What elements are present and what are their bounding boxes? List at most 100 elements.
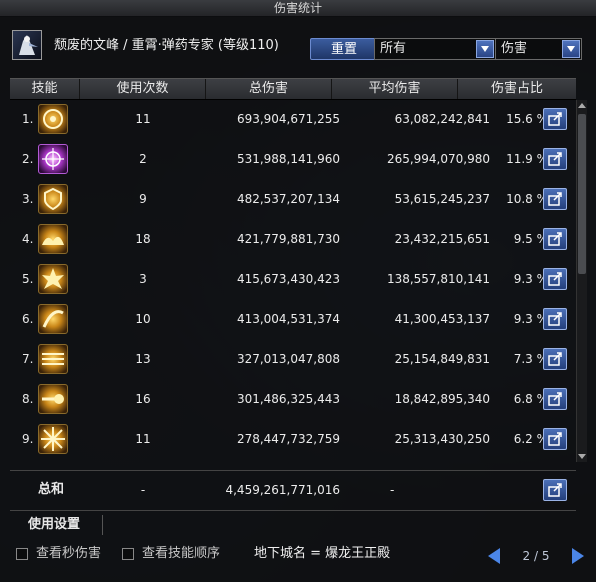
target-emblem-icon [38,104,68,134]
table-header: 技能 使用次数 总伤害 平均伤害 伤害占比 [10,78,576,100]
chevron-down-icon [562,40,580,58]
table-row: 6. 10 413,004,531,374 41,300,453,137 9.3… [10,300,576,338]
metric-select[interactable]: 伤害 [495,38,582,60]
table-row: 9. 11 278,447,732,759 25,313,430,250 6.2… [10,420,576,458]
row-avg: 53,615,245,237 [394,192,490,206]
character-avatar [12,30,42,60]
skill-order-checkbox[interactable] [122,548,134,560]
table-row: 5. 3 415,673,430,423 138,557,810,141 9.3… [10,260,576,298]
row-total: 693,904,671,255 [236,112,340,126]
filter-select[interactable]: 所有 [374,38,496,60]
table-row: 8. 16 301,486,325,443 18,842,895,340 6.8… [10,380,576,418]
footer: 查看秒伤害 查看技能顺序 地下城名 = 爆龙王正殿 2 / 5 [0,542,596,582]
row-pct: 11.9 % [506,152,548,166]
crosshair-burst-icon [38,144,68,174]
metric-select-value: 伤害 [501,41,528,56]
summary-label: 总和 [38,482,65,497]
row-pct: 15.6 % [506,112,548,126]
row-total: 415,673,430,423 [236,272,340,286]
summary-row: 总和 - 4,459,261,771,016 - [10,470,576,509]
row-pct: 6.8 % [513,392,548,406]
scroll-down-icon[interactable] [578,452,586,462]
row-rank: 5. [22,272,34,286]
row-avg: 63,082,242,841 [394,112,490,126]
next-page-icon[interactable] [572,548,584,564]
row-avg: 25,154,849,831 [394,352,490,366]
row-count: 11 [135,112,151,126]
row-avg: 265,994,070,980 [386,152,490,166]
row-count: 13 [135,352,151,366]
share-icon[interactable] [543,228,567,250]
divider [102,515,103,535]
row-pct: 9.5 % [513,232,548,246]
col-count[interactable]: 使用次数 [80,79,206,99]
row-pct: 9.3 % [513,312,548,326]
prev-page-icon[interactable] [488,548,500,564]
row-total: 421,779,881,730 [236,232,340,246]
share-icon[interactable] [543,348,567,370]
row-rank: 7. [22,352,34,366]
row-rank: 8. [22,392,34,406]
table-row: 7. 13 327,013,047,808 25,154,849,831 7.3… [10,340,576,378]
row-pct: 10.8 % [506,192,548,206]
shield-blast-icon [38,184,68,214]
header: 颓废的文峰 / 重霄·弹药专家 (等级110) 重置 所有 伤害 [10,16,590,76]
settings-row: 使用设置 [10,510,576,539]
share-icon[interactable] [543,388,567,410]
window-title: 伤害统计 [0,0,596,17]
scroll-thumb[interactable] [578,114,586,274]
row-pct: 7.3 % [513,352,548,366]
summary-avg: - [390,483,395,497]
row-avg: 138,557,810,141 [386,272,490,286]
share-icon[interactable] [543,479,567,501]
share-icon[interactable] [543,148,567,170]
row-rank: 2. [22,152,34,166]
row-total: 278,447,732,759 [236,432,340,446]
pager: 2 / 5 [488,546,584,566]
row-avg: 23,432,215,651 [394,232,490,246]
dps-checkbox[interactable] [16,548,28,560]
reset-button[interactable]: 重置 [310,38,378,60]
row-count: 10 [135,312,151,326]
filter-select-value: 所有 [380,41,407,56]
row-total: 327,013,047,808 [236,352,340,366]
row-avg: 25,313,430,250 [394,432,490,446]
row-rank: 4. [22,232,34,246]
share-icon[interactable] [543,428,567,450]
chevron-down-icon [476,40,494,58]
settings-label[interactable]: 使用设置 [28,511,80,539]
table-scrollbar[interactable] [576,100,587,462]
character-name: 颓废的文峰 / 重霄·弹药专家 (等级110) [54,38,279,53]
scroll-up-icon[interactable] [578,100,586,110]
row-count: 18 [135,232,151,246]
dps-checkbox-label: 查看秒伤害 [36,546,102,561]
summary-total: 4,459,261,771,016 [225,483,340,497]
row-total: 413,004,531,374 [236,312,340,326]
table-row: 1. 11 693,904,671,255 63,082,242,841 15.… [10,100,576,138]
col-total[interactable]: 总伤害 [206,79,332,99]
skill-table: 1. 11 693,904,671,255 63,082,242,841 15.… [10,100,576,468]
col-pct[interactable]: 伤害占比 [458,79,576,99]
share-icon[interactable] [543,188,567,210]
dungeon-name: 地下城名 = 爆龙王正殿 [254,546,391,561]
page-indicator: 2 / 5 [522,549,550,563]
fire-wave-icon [38,224,68,254]
share-icon[interactable] [543,308,567,330]
row-pct: 9.3 % [513,272,548,286]
row-total: 301,486,325,443 [236,392,340,406]
share-icon[interactable] [543,268,567,290]
row-avg: 18,842,895,340 [394,392,490,406]
col-avg[interactable]: 平均伤害 [332,79,458,99]
explosion-icon [38,264,68,294]
laser-beams-icon [38,344,68,374]
row-count: 2 [139,152,147,166]
row-rank: 3. [22,192,34,206]
share-icon[interactable] [543,108,567,130]
starburst-icon [38,424,68,454]
flare-shot-icon [38,384,68,414]
table-row: 3. 9 482,537,207,134 53,615,245,237 10.8… [10,180,576,218]
col-skill[interactable]: 技能 [10,79,80,99]
row-count: 9 [139,192,147,206]
summary-count: - [140,483,146,497]
row-total: 531,988,141,960 [236,152,340,166]
